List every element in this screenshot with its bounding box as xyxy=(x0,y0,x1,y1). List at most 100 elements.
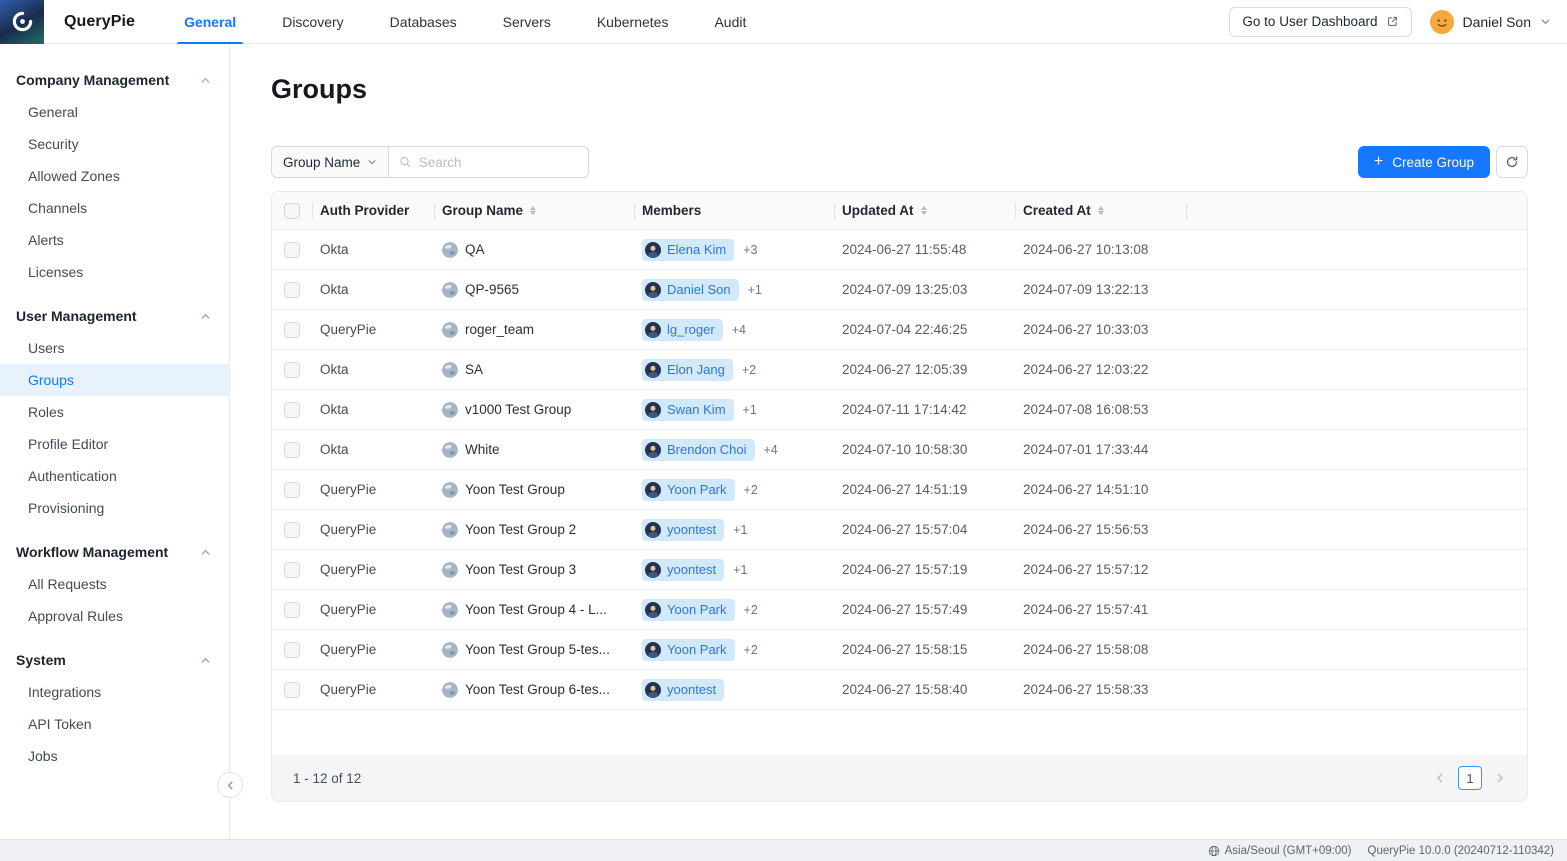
pagination-next-button[interactable] xyxy=(1494,772,1506,784)
sidebar-item-approval-rules[interactable]: Approval Rules xyxy=(0,600,229,632)
sidebar-item-groups[interactable]: Groups xyxy=(0,364,229,396)
auth-provider-cell: QueryPie xyxy=(312,550,434,589)
table-row[interactable]: QueryPie Yoon Test Group 6-tes... yoonte… xyxy=(272,670,1527,710)
member-chip[interactable]: Daniel Son xyxy=(642,279,739,301)
timezone-indicator[interactable]: Asia/Seoul (GMT+09:00) xyxy=(1208,845,1352,857)
table-row[interactable]: QueryPie roger_team lg_roger +4 2024-07-… xyxy=(272,310,1527,350)
sidebar-section-workflow-management: Workflow Management All RequestsApproval… xyxy=(0,536,229,632)
created-at-cell: 2024-06-27 15:57:12 xyxy=(1015,550,1186,589)
table-row[interactable]: Okta QP-9565 Daniel Son +1 2024-07-09 13… xyxy=(272,270,1527,310)
sidebar-item-licenses[interactable]: Licenses xyxy=(0,256,229,288)
chevron-left-icon xyxy=(225,780,236,791)
table-row[interactable]: QueryPie Yoon Test Group 4 - L... Yoon P… xyxy=(272,590,1527,630)
row-checkbox[interactable] xyxy=(284,682,300,698)
auth-provider-cell: Okta xyxy=(312,230,434,269)
sidebar-item-authentication[interactable]: Authentication xyxy=(0,460,229,492)
sidebar-item-jobs[interactable]: Jobs xyxy=(0,740,229,772)
sidebar-item-api-token[interactable]: API Token xyxy=(0,708,229,740)
member-chip[interactable]: Swan Kim xyxy=(642,399,734,421)
page-title: Groups xyxy=(271,74,1528,105)
members-cell: Elena Kim +3 xyxy=(634,230,834,269)
querypie-logo[interactable] xyxy=(0,0,44,44)
filter-field-select[interactable]: Group Name xyxy=(271,146,389,178)
member-extra-count: +2 xyxy=(742,363,756,377)
row-checkbox[interactable] xyxy=(284,242,300,258)
row-checkbox[interactable] xyxy=(284,482,300,498)
sidebar-item-security[interactable]: Security xyxy=(0,128,229,160)
member-chip[interactable]: lg_roger xyxy=(642,319,723,341)
member-chip[interactable]: Yoon Park xyxy=(642,599,735,621)
member-chip[interactable]: Yoon Park xyxy=(642,639,735,661)
sort-icon[interactable] xyxy=(1098,206,1104,215)
sidebar-section-header[interactable]: User Management xyxy=(0,300,229,332)
tab-databases[interactable]: Databases xyxy=(383,0,464,44)
updated-at-cell: 2024-06-27 12:05:39 xyxy=(834,350,1015,389)
sidebar-item-users[interactable]: Users xyxy=(0,332,229,364)
member-chip[interactable]: Elena Kim xyxy=(642,239,734,261)
table-row[interactable]: QueryPie Yoon Test Group 5-tes... Yoon P… xyxy=(272,630,1527,670)
sidebar-section-header[interactable]: Company Management xyxy=(0,64,229,96)
member-chip[interactable]: yoontest xyxy=(642,519,724,541)
table-row[interactable]: Okta v1000 Test Group Swan Kim +1 2024-0… xyxy=(272,390,1527,430)
sidebar-item-provisioning[interactable]: Provisioning xyxy=(0,492,229,524)
updated-at-cell: 2024-07-11 17:14:42 xyxy=(834,390,1015,429)
member-chip[interactable]: yoontest xyxy=(642,679,724,701)
search-input[interactable] xyxy=(419,155,579,170)
sidebar-item-integrations[interactable]: Integrations xyxy=(0,676,229,708)
table-row[interactable]: QueryPie Yoon Test Group 3 yoontest +1 2… xyxy=(272,550,1527,590)
row-checkbox[interactable] xyxy=(284,322,300,338)
column-header-auth-provider[interactable]: Auth Provider xyxy=(312,192,434,229)
row-checkbox[interactable] xyxy=(284,642,300,658)
go-to-user-dashboard-button[interactable]: Go to User Dashboard xyxy=(1229,7,1411,37)
sidebar-item-allowed-zones[interactable]: Allowed Zones xyxy=(0,160,229,192)
column-header-group-name[interactable]: Group Name xyxy=(434,192,634,229)
member-extra-count: +2 xyxy=(744,483,758,497)
row-checkbox[interactable] xyxy=(284,602,300,618)
row-checkbox[interactable] xyxy=(284,402,300,418)
tab-servers[interactable]: Servers xyxy=(496,0,558,44)
sidebar-item-channels[interactable]: Channels xyxy=(0,192,229,224)
user-menu[interactable]: Daniel Son xyxy=(1430,10,1552,34)
pagination-prev-button[interactable] xyxy=(1434,772,1446,784)
select-all-checkbox[interactable] xyxy=(284,203,300,219)
table-row[interactable]: Okta White Brendon Choi +4 2024-07-10 10… xyxy=(272,430,1527,470)
sort-icon[interactable] xyxy=(921,206,927,215)
table-row[interactable]: Okta SA Elon Jang +2 2024-06-27 12:05:39 xyxy=(272,350,1527,390)
member-chip[interactable]: yoontest xyxy=(642,559,724,581)
tab-discovery[interactable]: Discovery xyxy=(275,0,350,44)
table-row[interactable]: QueryPie Yoon Test Group Yoon Park +2 20… xyxy=(272,470,1527,510)
table-row[interactable]: Okta QA Elena Kim +3 2024-06-27 11:55:48 xyxy=(272,230,1527,270)
sidebar-item-profile-editor[interactable]: Profile Editor xyxy=(0,428,229,460)
create-group-button[interactable]: + Create Group xyxy=(1358,146,1490,178)
row-checkbox[interactable] xyxy=(284,282,300,298)
tab-audit[interactable]: Audit xyxy=(707,0,753,44)
column-header-updated-at[interactable]: Updated At xyxy=(834,192,1015,229)
row-checkbox[interactable] xyxy=(284,362,300,378)
column-header-created-at[interactable]: Created At xyxy=(1015,192,1186,229)
sidebar-collapse-button[interactable] xyxy=(217,772,243,798)
sidebar-section-header[interactable]: System xyxy=(0,644,229,676)
tab-kubernetes[interactable]: Kubernetes xyxy=(590,0,676,44)
chevron-right-icon xyxy=(1494,772,1506,784)
group-name-cell: Yoon Test Group 4 - L... xyxy=(434,590,634,629)
group-name-cell: Yoon Test Group 6-tes... xyxy=(434,670,634,709)
create-group-label: Create Group xyxy=(1392,155,1474,170)
member-chip[interactable]: Yoon Park xyxy=(642,479,735,501)
pagination-page-1[interactable]: 1 xyxy=(1458,766,1482,790)
sidebar-item-roles[interactable]: Roles xyxy=(0,396,229,428)
sidebar-section-header[interactable]: Workflow Management xyxy=(0,536,229,568)
sort-icon[interactable] xyxy=(530,206,536,215)
row-checkbox[interactable] xyxy=(284,522,300,538)
sidebar-item-all-requests[interactable]: All Requests xyxy=(0,568,229,600)
member-chip[interactable]: Elon Jang xyxy=(642,359,733,381)
sidebar-item-alerts[interactable]: Alerts xyxy=(0,224,229,256)
groups-table: Auth Provider Group Name Members Updated… xyxy=(271,191,1528,802)
row-checkbox[interactable] xyxy=(284,442,300,458)
sidebar-item-general[interactable]: General xyxy=(0,96,229,128)
member-chip[interactable]: Brendon Choi xyxy=(642,439,755,461)
refresh-button[interactable] xyxy=(1496,146,1528,178)
table-row[interactable]: QueryPie Yoon Test Group 2 yoontest +1 2… xyxy=(272,510,1527,550)
column-header-members[interactable]: Members xyxy=(634,192,834,229)
row-checkbox[interactable] xyxy=(284,562,300,578)
tab-general[interactable]: General xyxy=(177,0,243,44)
